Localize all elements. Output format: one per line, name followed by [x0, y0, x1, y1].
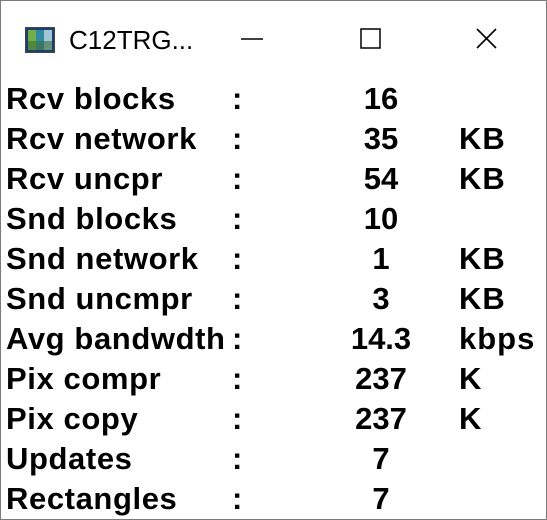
stat-colon: :	[232, 481, 243, 516]
stat-value: 14.3	[350, 321, 412, 356]
stat-row-snd-network: Snd network : 1 KB	[1, 239, 546, 279]
stat-label: Rcv network	[6, 121, 197, 156]
stat-unit: KB	[459, 281, 506, 316]
stat-unit: K	[459, 401, 483, 436]
stats-panel: Rcv blocks : 16 Rcv network : 35 KB Rcv …	[1, 73, 546, 519]
stat-colon: :	[232, 121, 243, 156]
stat-label: Pix copy	[6, 401, 139, 436]
stat-row-avg-bandwidth: Avg bandwdth : 14.3 kbps	[1, 319, 546, 359]
stat-colon: :	[232, 321, 243, 356]
stat-row-rcv-network: Rcv network : 35 KB	[1, 119, 546, 159]
stat-label: Rcv blocks	[6, 81, 176, 116]
stat-row-snd-blocks: Snd blocks : 10	[1, 199, 546, 239]
stat-label: Snd blocks	[6, 201, 178, 236]
stat-value: 7	[372, 481, 390, 516]
minimize-icon	[241, 38, 263, 40]
maximize-icon	[360, 28, 381, 49]
stat-value: 3	[372, 281, 390, 316]
stat-label: Updates	[6, 441, 133, 476]
stat-value: 1	[372, 241, 390, 276]
stat-unit: KB	[459, 121, 506, 156]
window-title: C12TRG...	[69, 25, 194, 55]
stat-row-snd-uncmpr: Snd uncmpr : 3 KB	[1, 279, 546, 319]
stat-label: Rectangles	[6, 481, 178, 516]
stat-value: 10	[363, 201, 399, 236]
minimize-button[interactable]	[223, 15, 283, 63]
stat-row-updates: Updates : 7	[1, 439, 546, 479]
close-button[interactable]	[457, 15, 517, 63]
stat-label: Snd uncmpr	[6, 281, 193, 316]
stat-value: 16	[363, 81, 399, 116]
stat-label: Snd network	[6, 241, 199, 276]
stat-label: Rcv uncpr	[6, 161, 163, 196]
app-window: C12TRG... Rcv blocks : 16 Rcv network: …	[0, 0, 547, 520]
maximize-button[interactable]	[341, 15, 401, 63]
stat-colon: :	[232, 81, 243, 116]
stat-value: 237	[355, 401, 407, 436]
stat-colon: :	[232, 241, 243, 276]
stat-unit: KB	[459, 241, 506, 276]
stat-row-rectangles: Rectangles : 7	[1, 479, 546, 519]
stat-colon: :	[232, 401, 243, 436]
stat-colon: :	[232, 201, 243, 236]
stat-label: Avg bandwdth	[6, 321, 226, 356]
title-bar[interactable]: C12TRG...	[1, 1, 546, 73]
stat-unit: KB	[459, 161, 506, 196]
stat-label: Pix compr	[6, 361, 162, 396]
stat-unit: kbps	[459, 321, 536, 356]
stat-value: 237	[355, 361, 407, 396]
stat-value: 54	[363, 161, 399, 196]
stat-value: 35	[363, 121, 399, 156]
app-icon	[25, 27, 55, 53]
stat-row-rcv-uncpr: Rcv uncpr : 54 KB	[1, 159, 546, 199]
stat-row-pix-copy: Pix copy : 237 K	[1, 399, 546, 439]
stat-colon: :	[232, 281, 243, 316]
stat-row-rcv-blocks: Rcv blocks : 16	[1, 79, 546, 119]
stat-row-pix-compr: Pix compr : 237 K	[1, 359, 546, 399]
stat-colon: :	[232, 441, 243, 476]
stat-value: 7	[372, 441, 390, 476]
close-icon	[476, 28, 497, 49]
stat-unit: K	[459, 361, 483, 396]
stat-colon: :	[232, 361, 243, 396]
stat-colon: :	[232, 161, 243, 196]
